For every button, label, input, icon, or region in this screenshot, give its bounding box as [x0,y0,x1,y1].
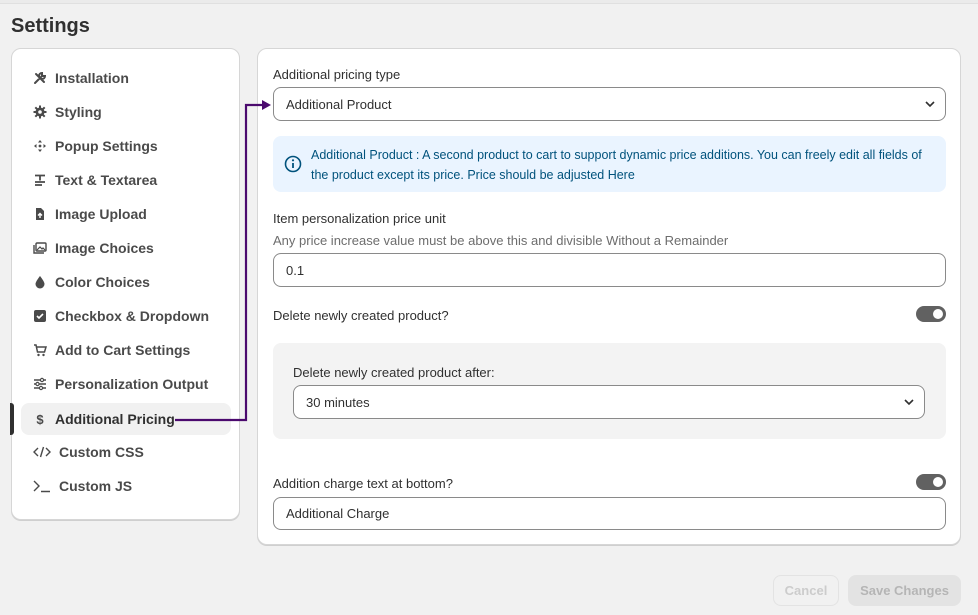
sidebar-item-image-choices[interactable]: Image Choices [21,232,231,264]
delete-after-section: Delete newly created product after: 30 m… [273,343,946,439]
top-bar [0,0,978,4]
info-icon [284,155,302,173]
charge-text-input[interactable]: Additional Charge [273,497,946,530]
sidebar-item-label: Image Upload [55,206,147,222]
cancel-button[interactable]: Cancel [773,575,839,606]
cart-icon [33,343,47,357]
droplet-icon [33,275,47,289]
sidebar-item-label: Custom JS [59,478,133,494]
info-banner: Additional Product : A second product to… [273,136,946,192]
sidebar-item-personalization-output[interactable]: Personalization Output [21,368,231,400]
sidebar-item-label: Popup Settings [55,138,158,154]
page-title: Settings [11,15,90,37]
additional-pricing-card: Additional pricing type Additional Produ… [257,48,961,545]
price-unit-input[interactable]: 0.1 [273,253,946,287]
sidebar-item-custom-js[interactable]: Custom JS [21,470,231,502]
chevron-down-icon [904,399,914,406]
move-icon [33,139,47,153]
sliders-icon [33,377,47,391]
settings-sidebar: Installation Styling Popup Settings Text… [10,48,240,520]
delete-after-value: 30 minutes [306,394,370,410]
checkbox-icon [33,309,47,323]
sidebar-item-image-upload[interactable]: Image Upload [21,198,231,230]
price-unit-label: Item personalization price unit [273,211,446,226]
images-icon [33,241,47,255]
delete-product-label: Delete newly created product? [273,308,449,323]
info-banner-text: Additional Product : A second product to… [311,148,922,182]
sidebar-item-label: Add to Cart Settings [55,342,191,358]
dollar-icon: $ [36,411,44,427]
sidebar-item-label: Additional Pricing [55,411,175,427]
sidebar-item-additional-pricing[interactable]: $ Additional Pricing [21,403,231,435]
sidebar-item-label: Image Choices [55,240,154,256]
file-upload-icon [33,207,47,221]
pricing-type-select[interactable]: Additional Product [273,87,946,121]
active-indicator [10,403,14,435]
sidebar-item-label: Personalization Output [55,376,209,392]
sidebar-item-label: Custom CSS [59,444,144,460]
sidebar-item-text-textarea[interactable]: Text & Textarea [21,164,231,196]
sidebar-item-label: Styling [55,104,102,120]
delete-after-label: Delete newly created product after: [293,365,495,380]
terminal-icon [33,479,51,493]
sidebar-item-custom-css[interactable]: Custom CSS [21,436,231,468]
text-icon [33,173,47,187]
wrench-icon [33,71,47,85]
sidebar-item-label: Color Choices [55,274,150,290]
price-unit-value: 0.1 [286,262,305,278]
pricing-type-value: Additional Product [286,96,392,112]
price-unit-hint: Any price increase value must be above t… [273,233,729,248]
sidebar-item-color-choices[interactable]: Color Choices [21,266,231,298]
pricing-type-label: Additional pricing type [273,67,401,82]
charge-text-toggle[interactable] [916,474,946,490]
sidebar-item-popup-settings[interactable]: Popup Settings [21,130,231,162]
sidebar-item-label: Text & Textarea [55,172,158,188]
delete-product-toggle[interactable] [916,306,946,322]
gear-icon [33,105,47,119]
sidebar-item-checkbox-dropdown[interactable]: Checkbox & Dropdown [21,300,231,332]
sidebar-item-label: Checkbox & Dropdown [55,308,210,324]
sidebar-item-add-to-cart-settings[interactable]: Add to Cart Settings [21,334,231,366]
sidebar-item-label: Installation [55,70,129,86]
sidebar-item-installation[interactable]: Installation [21,62,231,94]
delete-after-select[interactable]: 30 minutes [293,385,925,419]
chevron-down-icon [925,101,935,108]
save-changes-button[interactable]: Save Changes [848,575,961,606]
code-icon [33,445,51,459]
charge-text-label: Addition charge text at bottom? [273,476,453,491]
charge-text-value: Additional Charge [286,506,390,521]
sidebar-item-styling[interactable]: Styling [21,96,231,128]
